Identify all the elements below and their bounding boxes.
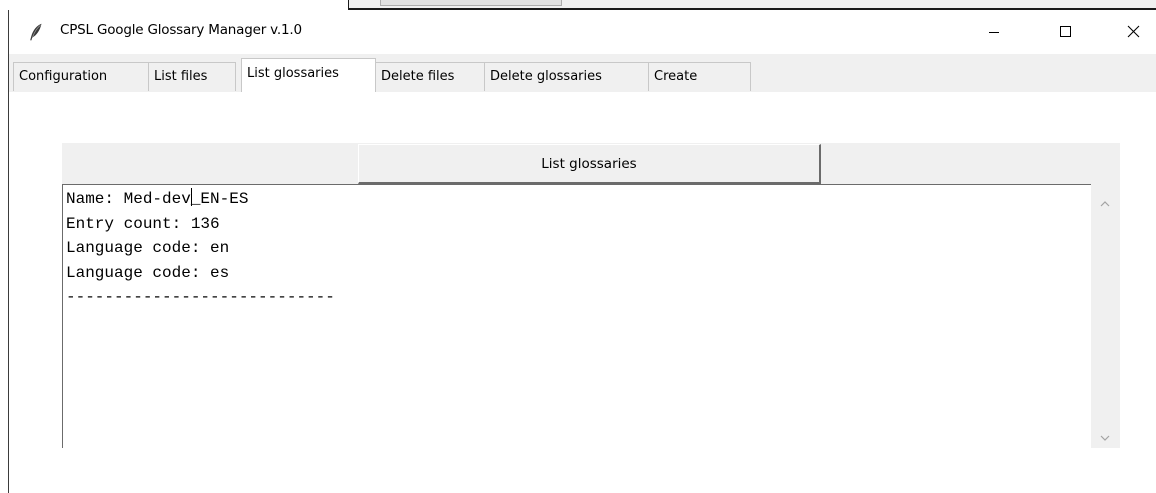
chevron-down-icon[interactable]	[1099, 429, 1111, 441]
output-line-entry-count: Entry count: 136	[66, 214, 220, 233]
tab-label: Delete files	[381, 69, 455, 84]
close-icon	[1127, 25, 1140, 38]
output-line-language-code: Language code: es	[66, 263, 230, 282]
output-text-area[interactable]: Name: Med-dev_EN-ES Entry count: 136 Lan…	[62, 184, 1091, 448]
output-line-language-code: Language code: en	[66, 239, 230, 257]
vertical-scrollbar[interactable]	[1091, 184, 1120, 448]
chevron-up-icon[interactable]	[1099, 195, 1111, 207]
tab-label: Configuration	[19, 69, 108, 84]
title-bar[interactable]: CPSL Google Glossary Manager v.1.0	[9, 10, 1156, 54]
minimize-icon	[989, 32, 999, 33]
tab-list-glossaries[interactable]: List glossaries	[241, 58, 376, 92]
output-line-name: Name: Med-dev_EN-ES	[66, 187, 1091, 212]
output-line-name-text: Name: Med-dev	[66, 190, 191, 208]
app-window: CPSL Google Glossary Manager v.1.0 Confi…	[8, 10, 1156, 493]
background-window-button	[380, 0, 562, 6]
tab-delete-glossaries[interactable]: Delete glossaries	[484, 62, 649, 91]
list-glossaries-button[interactable]: List glossaries	[358, 144, 821, 184]
tab-create[interactable]: Create	[648, 62, 751, 91]
screen: CPSL Google Glossary Manager v.1.0 Confi…	[0, 0, 1156, 493]
output-line-name-text: _EN-ES	[190, 190, 249, 208]
tab-content-list-glossaries: List glossaries Name: Med-dev_EN-ES Entr…	[9, 92, 1156, 493]
background-window-left-edge	[348, 0, 349, 10]
maximize-button[interactable]	[1043, 10, 1089, 54]
feather-icon	[29, 23, 43, 41]
window-title: CPSL Google Glossary Manager v.1.0	[60, 22, 302, 38]
tab-label: List glossaries	[247, 66, 339, 81]
tab-configuration[interactable]: Configuration	[13, 62, 149, 91]
output-line-separator: ----------------------------	[66, 288, 335, 306]
minimize-button[interactable]	[971, 10, 1017, 54]
tab-list-files[interactable]: List files	[148, 62, 236, 91]
tab-label: Delete glossaries	[490, 69, 602, 84]
tab-delete-files[interactable]: Delete files	[375, 62, 485, 91]
tab-label: Create	[654, 69, 698, 84]
tab-label: List files	[154, 69, 208, 84]
maximize-icon	[1060, 26, 1071, 37]
close-button[interactable]	[1110, 10, 1156, 54]
glossary-panel: List glossaries Name: Med-dev_EN-ES Entr…	[62, 143, 1120, 448]
